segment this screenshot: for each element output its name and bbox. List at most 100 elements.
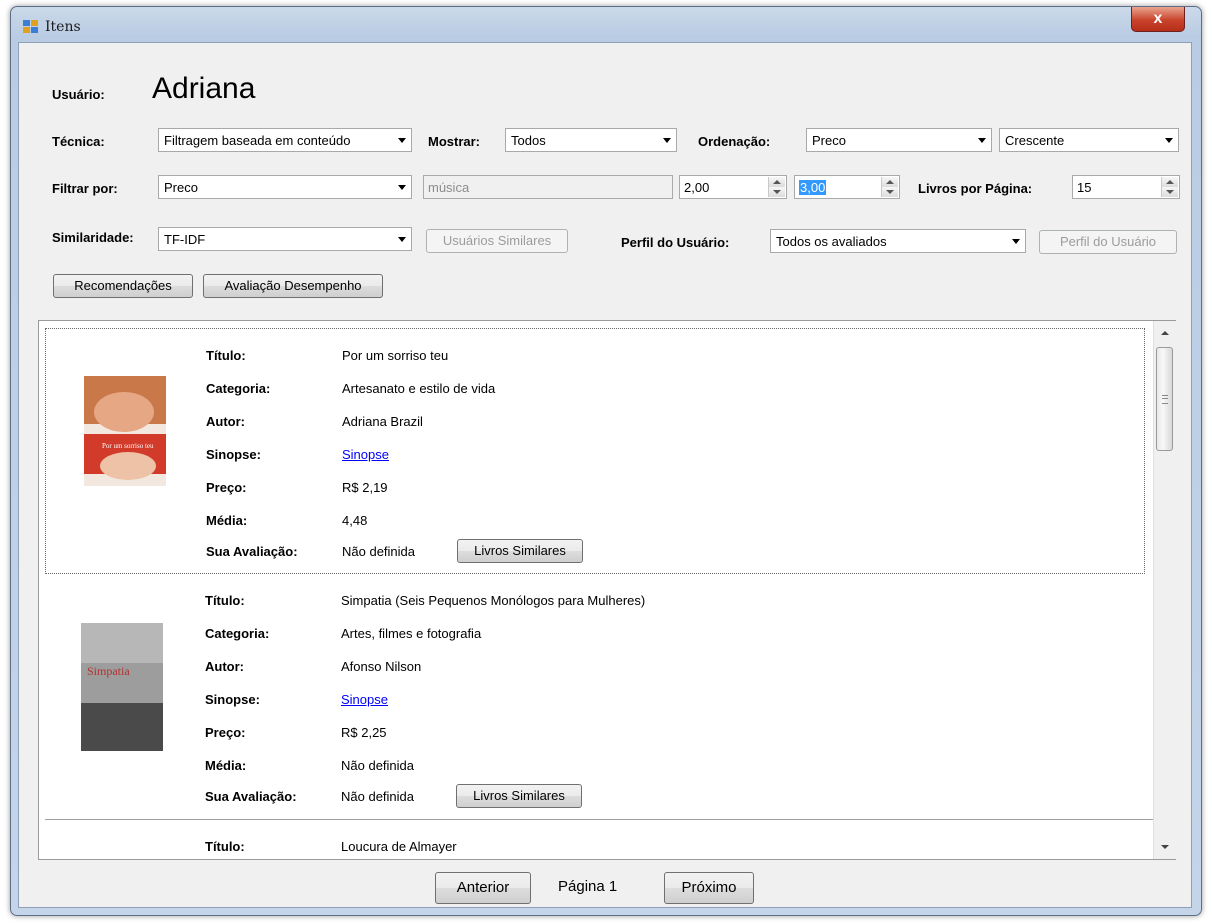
preco-label: Preço: — [205, 725, 246, 740]
autor-value: Afonso Nilson — [341, 659, 422, 674]
ordenacao-label: Ordenação: — [698, 134, 771, 149]
titulo-value: Simpatia (Seis Pequenos Monólogos para M… — [341, 593, 646, 608]
book-item[interactable]: Por um sorriso teu Título: Por um sorris… — [45, 328, 1145, 574]
window-title: Itens — [45, 19, 81, 35]
filtrar-label: Filtrar por: — [52, 181, 118, 196]
search-text-input[interactable]: música — [423, 175, 673, 199]
spin-buttons[interactable] — [768, 177, 785, 197]
tecnica-label: Técnica: — [52, 134, 105, 149]
mostrar-dropdown[interactable]: Todos — [505, 128, 677, 152]
vertical-scrollbar[interactable] — [1153, 321, 1176, 859]
ordenacao-value: Preco — [812, 133, 846, 148]
sinopse-link[interactable]: Sinopse — [341, 692, 388, 707]
categoria-label: Categoria: — [205, 626, 270, 641]
sua-avaliacao-label: Sua Avaliação: — [206, 544, 298, 559]
autor-label: Autor: — [205, 659, 244, 674]
search-text-value: música — [428, 180, 470, 195]
sinopse-link[interactable]: Sinopse — [342, 447, 389, 462]
media-label: Média: — [206, 513, 248, 528]
svg-text:Por um sorriso teu: Por um sorriso teu — [102, 442, 154, 450]
sua-avaliacao-label: Sua Avaliação: — [205, 789, 297, 804]
cover-title: Simpatia — [87, 664, 130, 678]
perfil-dropdown[interactable]: Todos os avaliados — [770, 229, 1026, 253]
books-list[interactable]: Por um sorriso teu Título: Por um sorris… — [38, 320, 1176, 860]
anterior-button[interactable]: Anterior — [435, 872, 531, 904]
item-divider — [45, 819, 1153, 820]
chevron-down-icon — [663, 138, 671, 143]
livros-similares-button[interactable]: Livros Similares — [457, 539, 583, 563]
close-button[interactable]: x — [1131, 7, 1185, 32]
min-price-value: 2,00 — [684, 180, 710, 195]
book-item[interactable]: Título: Loucura de Almayer — [45, 826, 1145, 859]
avaliacao-desempenho-button[interactable]: Avaliação Desempenho — [203, 274, 383, 298]
media-value: Não definida — [341, 758, 414, 773]
chevron-down-icon — [978, 138, 986, 143]
autor-label: Autor: — [206, 414, 245, 429]
usuario-label: Usuário: — [52, 87, 105, 102]
titulo-value: Loucura de Almayer — [341, 839, 457, 854]
chevron-down-icon — [1012, 239, 1020, 244]
chevron-down-icon — [1165, 138, 1173, 143]
book-cover-image: Simpatia — [53, 621, 165, 765]
scroll-up-icon[interactable] — [1161, 331, 1169, 335]
max-price-value: 3,00 — [799, 180, 827, 195]
livros-por-pagina-label: Livros por Página: — [918, 181, 1033, 196]
grip-icon — [1162, 395, 1168, 404]
mostrar-value: Todos — [511, 133, 546, 148]
similaridade-dropdown[interactable]: TF-IDF — [158, 227, 412, 251]
ordem-dropdown[interactable]: Crescente — [999, 128, 1179, 152]
sua-avaliacao-value: Não definida — [342, 544, 415, 559]
book-cover: Por um sorriso teu — [54, 374, 166, 518]
chevron-down-icon — [398, 237, 406, 242]
chevron-down-icon — [398, 185, 406, 190]
ordenacao-dropdown[interactable]: Preco — [806, 128, 992, 152]
titulo-value: Por um sorriso teu — [342, 348, 449, 363]
filtrar-dropdown[interactable]: Preco — [158, 175, 412, 199]
spin-buttons[interactable] — [881, 177, 898, 197]
media-value: 4,48 — [342, 513, 368, 528]
perfil-label: Perfil do Usuário: — [621, 235, 730, 250]
livros-por-pagina-spinner[interactable]: 15 — [1072, 175, 1180, 199]
media-label: Média: — [205, 758, 247, 773]
close-icon: x — [1153, 10, 1163, 27]
tecnica-dropdown[interactable]: Filtragem baseada em conteúdo — [158, 128, 412, 152]
titulo-label: Título: — [206, 348, 246, 363]
user-name: Adriana — [152, 72, 256, 105]
categoria-value: Artes, filmes e fotografia — [341, 626, 482, 641]
categoria-label: Categoria: — [206, 381, 271, 396]
tecnica-value: Filtragem baseada em conteúdo — [164, 133, 351, 148]
proximo-button[interactable]: Próximo — [664, 872, 754, 904]
preco-value: R$ 2,25 — [341, 725, 387, 740]
titulo-label: Título: — [205, 593, 245, 608]
perfil-usuario-button[interactable]: Perfil do Usuário — [1039, 230, 1177, 254]
scroll-down-icon[interactable] — [1161, 845, 1169, 849]
max-price-spinner[interactable]: 3,00 — [794, 175, 900, 199]
livros-similares-button[interactable]: Livros Similares — [456, 784, 582, 808]
chevron-down-icon — [398, 138, 406, 143]
book-item[interactable]: Simpatia Título: Simpatia (Seis Pequenos… — [45, 580, 1145, 818]
app-icon — [23, 20, 39, 34]
recomendacoes-button[interactable]: Recomendações — [53, 274, 193, 298]
scrollbar-thumb[interactable] — [1156, 347, 1173, 451]
sinopse-label: Sinopse: — [206, 447, 261, 462]
ordem-value: Crescente — [1005, 133, 1065, 148]
mostrar-label: Mostrar: — [428, 134, 481, 149]
categoria-value: Artesanato e estilo de vida — [342, 381, 496, 396]
min-price-spinner[interactable]: 2,00 — [679, 175, 787, 199]
filtrar-value: Preco — [164, 180, 198, 195]
similaridade-label: Similaridade: — [52, 230, 134, 245]
usuarios-similares-button[interactable]: Usuários Similares — [426, 229, 568, 253]
spin-buttons[interactable] — [1161, 177, 1178, 197]
page-indicator: Página 1 — [558, 878, 618, 895]
sua-avaliacao-value: Não definida — [341, 789, 414, 804]
book-cover: Simpatia — [53, 621, 165, 765]
similaridade-value: TF-IDF — [164, 232, 206, 247]
titulo-label: Título: — [205, 839, 245, 854]
preco-label: Preço: — [206, 480, 247, 495]
book-cover-image: Por um sorriso teu — [54, 374, 166, 518]
perfil-value: Todos os avaliados — [776, 234, 887, 249]
sinopse-label: Sinopse: — [205, 692, 260, 707]
title-bar[interactable]: Itens x — [11, 7, 1201, 43]
preco-value: R$ 2,19 — [342, 480, 388, 495]
livros-por-pagina-value: 15 — [1077, 180, 1092, 195]
